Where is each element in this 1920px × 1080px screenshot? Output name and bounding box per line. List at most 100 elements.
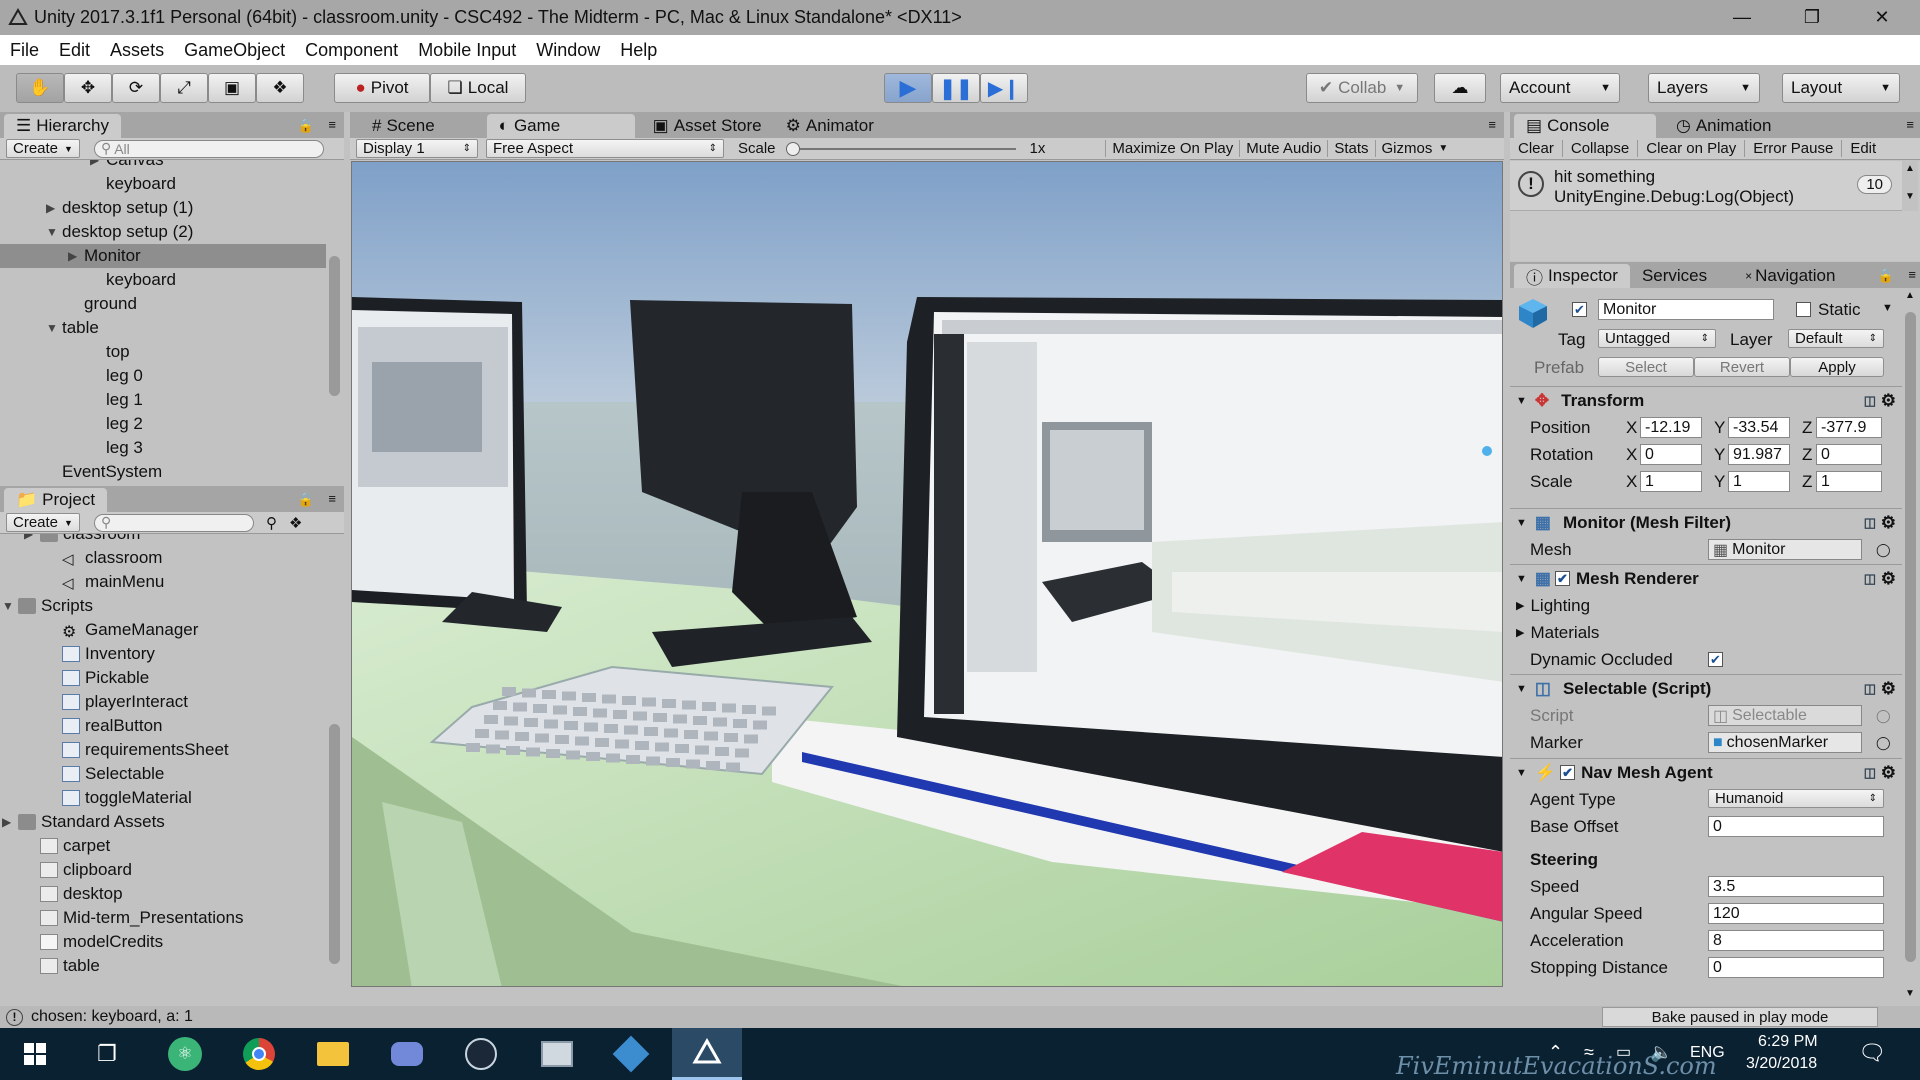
- account-dropdown[interactable]: Account ▼: [1500, 73, 1620, 103]
- scroll-up-icon[interactable]: ▲: [1905, 290, 1915, 301]
- taskbar-app[interactable]: [522, 1028, 592, 1080]
- project-item[interactable]: requirementsSheet: [0, 738, 326, 762]
- active-checkbox[interactable]: ✔: [1572, 302, 1587, 317]
- cloud-button[interactable]: ☁: [1434, 73, 1486, 103]
- menu-window[interactable]: Window: [526, 40, 610, 61]
- hierarchy-create-dropdown[interactable]: Create ▼: [6, 139, 80, 158]
- hierarchy-item[interactable]: EventSystem: [0, 460, 326, 482]
- settings-gear-icon[interactable]: ⚙: [1881, 679, 1896, 699]
- speed-field[interactable]: 3.5: [1708, 876, 1884, 897]
- rect-tool-button[interactable]: ▣: [208, 73, 256, 103]
- prefab-select-button[interactable]: Select: [1598, 357, 1694, 377]
- project-item[interactable]: modelCredits: [0, 930, 326, 954]
- scale-slider[interactable]: [785, 141, 1016, 156]
- hierarchy-item[interactable]: ▼ table: [0, 316, 326, 340]
- help-icon[interactable]: ◫: [1864, 393, 1876, 409]
- collab-dropdown[interactable]: ✔ Collab ▼: [1306, 73, 1418, 103]
- hierarchy-item[interactable]: ground: [0, 292, 326, 316]
- scroll-thumb[interactable]: [1905, 312, 1916, 962]
- tab-project[interactable]: 📁 Project: [4, 488, 108, 512]
- tab-animator[interactable]: ⚙ Animator: [774, 114, 886, 138]
- rotation-z-field[interactable]: 0: [1816, 444, 1882, 465]
- help-icon[interactable]: ◫: [1864, 765, 1876, 781]
- object-picker-icon[interactable]: ◯: [1876, 735, 1891, 751]
- scale-y-field[interactable]: 1: [1728, 471, 1790, 492]
- play-button[interactable]: ▶: [884, 73, 932, 103]
- project-item[interactable]: carpet: [0, 834, 326, 858]
- chevron-down-icon[interactable]: ▼: [1882, 302, 1893, 314]
- notification-icon[interactable]: 🗨: [1858, 1040, 1886, 1066]
- taskbar-unity[interactable]: [672, 1028, 742, 1080]
- project-item[interactable]: realButton: [0, 714, 326, 738]
- transform-header[interactable]: ▼ ✥ Transform ◫ ⚙: [1510, 386, 1902, 414]
- menu-gameobject[interactable]: GameObject: [174, 40, 295, 61]
- menu-assets[interactable]: Assets: [100, 40, 174, 61]
- scale-x-field[interactable]: 1: [1640, 471, 1702, 492]
- close-button[interactable]: ✕: [1854, 0, 1910, 35]
- expand-right-icon[interactable]: ▶: [24, 534, 40, 541]
- prefab-apply-button[interactable]: Apply: [1790, 357, 1884, 377]
- nav-mesh-agent-header[interactable]: ▼ ⚡ ✔ Nav Mesh Agent ◫ ⚙: [1510, 758, 1902, 786]
- mesh-renderer-enabled-checkbox[interactable]: ✔: [1554, 571, 1570, 586]
- settings-gear-icon[interactable]: ⚙: [1881, 763, 1896, 783]
- object-name-input[interactable]: Monitor: [1598, 299, 1774, 320]
- taskbar-steam[interactable]: [446, 1028, 516, 1080]
- scroll-thumb[interactable]: [329, 724, 340, 964]
- wifi-icon[interactable]: ≈: [1584, 1042, 1594, 1063]
- position-z-field[interactable]: -377.9: [1816, 417, 1882, 438]
- start-button[interactable]: [0, 1028, 70, 1080]
- nav-agent-enabled-checkbox[interactable]: ✔: [1560, 765, 1576, 780]
- menu-mobile-input[interactable]: Mobile Input: [408, 40, 526, 61]
- project-item[interactable]: clipboard: [0, 858, 326, 882]
- taskbar-chrome[interactable]: [224, 1028, 294, 1080]
- clear-button[interactable]: Clear: [1510, 140, 1563, 157]
- slider-knob[interactable]: [785, 141, 800, 156]
- selectable-header[interactable]: ▼ ◫ Selectable (Script) ◫ ⚙: [1510, 674, 1902, 702]
- rotation-y-field[interactable]: 91.987: [1728, 444, 1790, 465]
- project-item[interactable]: playerInteract: [0, 690, 326, 714]
- stopping-distance-field[interactable]: 0: [1708, 957, 1884, 978]
- layers-dropdown[interactable]: Layers ▼: [1648, 73, 1760, 103]
- project-item[interactable]: Selectable: [0, 762, 326, 786]
- hierarchy-item[interactable]: keyboard: [0, 268, 326, 292]
- taskbar-file-explorer[interactable]: [298, 1028, 368, 1080]
- clock-date[interactable]: 3/20/2018: [1746, 1055, 1817, 1073]
- mesh-field[interactable]: ▦ Monitor: [1708, 539, 1862, 560]
- inspector-scrollbar[interactable]: ▲ ▼: [1902, 288, 1918, 1006]
- rotate-tool-button[interactable]: ⟳: [112, 73, 160, 103]
- tab-hierarchy[interactable]: ☰ Hierarchy: [4, 114, 121, 138]
- filter-label-icon[interactable]: ❖: [289, 514, 302, 532]
- project-item[interactable]: Inventory: [0, 642, 326, 666]
- scroll-down-icon[interactable]: ▼: [1905, 191, 1915, 202]
- menu-edit[interactable]: Edit: [49, 40, 100, 61]
- clear-on-play-button[interactable]: Clear on Play: [1638, 140, 1746, 157]
- help-icon[interactable]: ◫: [1864, 515, 1876, 531]
- project-item[interactable]: ▶ classroom: [0, 534, 326, 546]
- scroll-down-icon[interactable]: ▼: [1905, 988, 1915, 999]
- hierarchy-item[interactable]: top: [0, 340, 326, 364]
- scale-tool-button[interactable]: ⤢: [160, 73, 208, 103]
- layout-dropdown[interactable]: Layout ▼: [1782, 73, 1900, 103]
- menu-component[interactable]: Component: [295, 40, 408, 61]
- acceleration-field[interactable]: 8: [1708, 930, 1884, 951]
- panel-menu-icon[interactable]: ≡: [1906, 117, 1914, 132]
- project-item[interactable]: desktop: [0, 882, 326, 906]
- lock-icon[interactable]: 🔒: [298, 118, 314, 134]
- gizmos-dropdown[interactable]: Gizmos: [1374, 140, 1439, 157]
- hierarchy-item[interactable]: ▶ Monitor: [0, 244, 326, 268]
- step-button[interactable]: ▶❙: [980, 73, 1028, 103]
- project-item[interactable]: Mid-term_Presentations: [0, 906, 326, 930]
- filter-type-icon[interactable]: ⚲: [266, 514, 277, 532]
- hierarchy-item[interactable]: leg 2: [0, 412, 326, 436]
- project-item[interactable]: Pickable: [0, 666, 326, 690]
- expand-down-icon[interactable]: ▼: [2, 599, 18, 613]
- object-picker-icon[interactable]: ◯: [1876, 542, 1891, 558]
- dynamic-occluded-checkbox[interactable]: ✔: [1708, 652, 1723, 667]
- rotation-x-field[interactable]: 0: [1640, 444, 1702, 465]
- mute-audio-toggle[interactable]: Mute Audio: [1239, 140, 1327, 157]
- tab-inspector[interactable]: ⓘ Inspector: [1514, 264, 1630, 288]
- hierarchy-item[interactable]: leg 3: [0, 436, 326, 460]
- tab-services[interactable]: Services: [1630, 264, 1719, 288]
- mesh-filter-header[interactable]: ▼ ▦ Monitor (Mesh Filter) ◫ ⚙: [1510, 508, 1902, 536]
- marker-field[interactable]: ■ chosenMarker: [1708, 732, 1862, 753]
